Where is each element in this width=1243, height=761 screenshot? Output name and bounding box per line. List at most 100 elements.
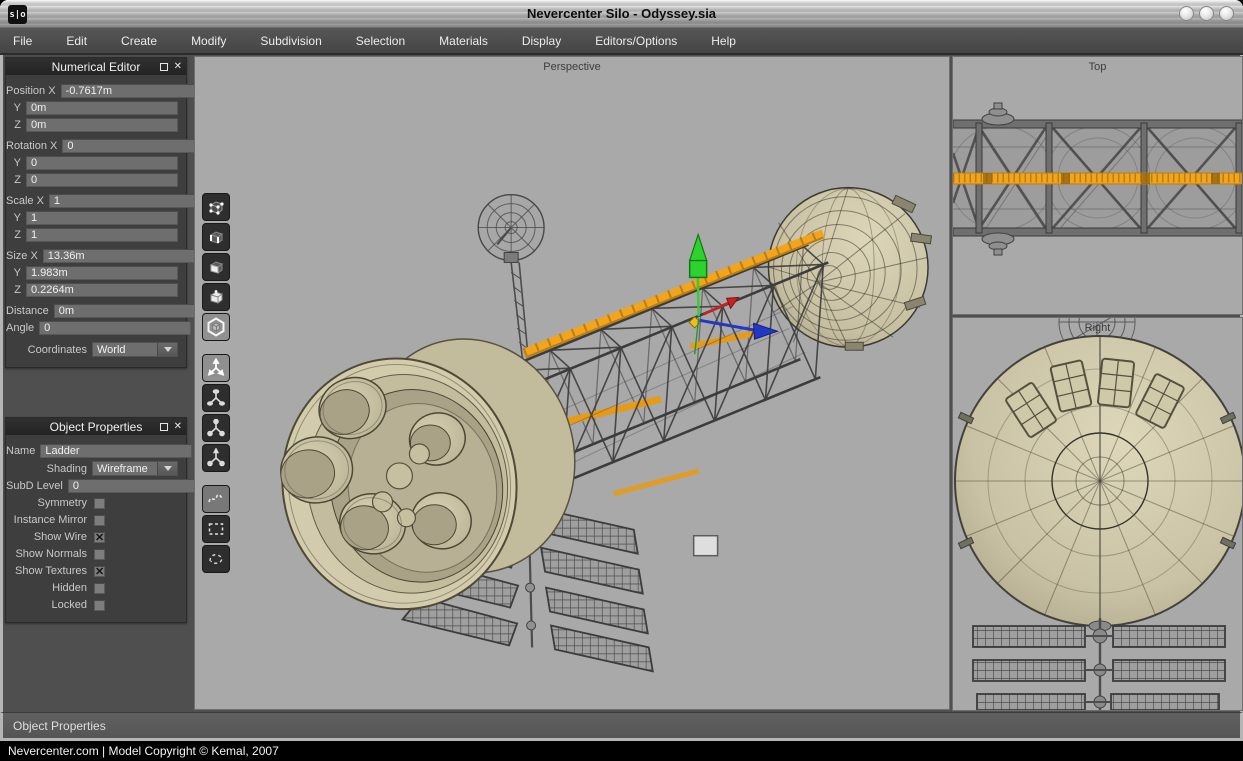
show-textures-checkbox[interactable]: ✕ (94, 566, 105, 577)
scale-tool-button[interactable] (202, 414, 230, 442)
ladder-top-view[interactable] (953, 173, 1242, 184)
rotation-z-input[interactable] (26, 173, 178, 187)
dropdown-button[interactable] (157, 462, 177, 475)
menu-modify[interactable]: Modify (191, 29, 243, 53)
lasso-select-button[interactable] (202, 545, 230, 573)
universal-manipulator-button[interactable] (202, 444, 230, 472)
edge-mode-button[interactable] (202, 223, 230, 251)
size-y-label: Y (6, 267, 26, 279)
universal-manipulator-icon (206, 448, 226, 468)
menu-edit[interactable]: Edit (66, 29, 104, 53)
freeform-select-button[interactable] (202, 485, 230, 513)
size-z-input[interactable] (26, 283, 178, 297)
rectangle-select-button[interactable] (202, 515, 230, 543)
coordinates-value: World (93, 344, 157, 356)
footer-text: Nevercenter.com | Model Copyright © Kema… (0, 744, 279, 758)
scale-y-input[interactable] (26, 211, 178, 225)
subd-level-label: SubD Level (6, 480, 68, 492)
position-y-input[interactable] (26, 101, 178, 115)
title-bar[interactable]: s|o Nevercenter Silo - Odyssey.sia (0, 0, 1243, 28)
right-viewport[interactable]: Right (952, 317, 1243, 711)
habitat-sphere[interactable] (768, 188, 931, 351)
detach-panel-icon[interactable] (160, 63, 168, 71)
menu-file[interactable]: File (13, 29, 49, 53)
show-textures-label: Show Textures (6, 565, 92, 577)
app-window: s|o Nevercenter Silo - Odyssey.sia File … (0, 0, 1243, 761)
menu-create[interactable]: Create (121, 29, 174, 53)
close-button[interactable] (1219, 6, 1234, 21)
position-y-label: Y (6, 102, 26, 114)
multi-component-mode-icon (206, 317, 226, 337)
face-mode-button[interactable] (202, 253, 230, 281)
rotation-y-input[interactable] (26, 156, 178, 170)
instance-mirror-label: Instance Mirror (6, 514, 92, 526)
top-viewport[interactable]: Top (952, 56, 1243, 315)
right-canvas[interactable] (953, 318, 1242, 710)
shading-label: Shading (6, 463, 92, 475)
move-tool-icon (206, 358, 226, 378)
edge-mode-icon (207, 228, 225, 246)
vertex-mode-button[interactable] (202, 193, 230, 221)
numerical-editor-header[interactable]: Numerical Editor ✕ (6, 58, 186, 75)
perspective-viewport[interactable]: Perspective (194, 56, 950, 710)
menu-display[interactable]: Display (522, 29, 578, 53)
dropdown-button[interactable] (157, 343, 177, 356)
shading-dropdown[interactable]: Wireframe (92, 461, 178, 476)
position-x-input[interactable] (61, 84, 213, 98)
hidden-checkbox[interactable] (94, 583, 105, 594)
scale-z-input[interactable] (26, 228, 178, 242)
footer-bar: Nevercenter.com | Model Copyright © Kema… (0, 741, 1243, 761)
solar-array-right-view[interactable] (973, 618, 1225, 710)
face-mode-icon (207, 258, 225, 276)
window-title: Nevercenter Silo - Odyssey.sia (0, 6, 1243, 21)
hidden-label: Hidden (6, 582, 92, 594)
freeform-select-icon (206, 489, 226, 509)
coordinates-label: Coordinates (6, 344, 92, 356)
rotation-x-input[interactable] (62, 139, 214, 153)
position-z-input[interactable] (26, 118, 178, 132)
top-canvas[interactable] (953, 57, 1242, 314)
object-mode-button[interactable] (202, 283, 230, 311)
detach-panel-icon[interactable] (160, 423, 168, 431)
distance-input[interactable] (54, 304, 206, 318)
main-area: Numerical Editor ✕ Position X Y Z Rotati… (0, 55, 1243, 712)
menu-materials[interactable]: Materials (439, 29, 505, 53)
dish-antenna[interactable] (478, 195, 544, 263)
perspective-canvas[interactable] (195, 57, 949, 709)
minimize-button[interactable] (1179, 6, 1194, 21)
habitat-sphere-right-view[interactable] (955, 336, 1242, 710)
equipment-box[interactable] (694, 536, 718, 556)
angle-input[interactable] (39, 321, 191, 335)
rotate-tool-button[interactable] (202, 384, 230, 412)
vertex-mode-icon (207, 198, 225, 216)
locked-label: Locked (6, 599, 92, 611)
rectangle-select-icon (206, 519, 226, 539)
gizmo-z-axis (700, 320, 756, 330)
show-normals-checkbox[interactable] (94, 549, 105, 560)
menu-subdivision[interactable]: Subdivision (260, 29, 338, 53)
object-name-input[interactable] (40, 444, 192, 458)
menu-help[interactable]: Help (711, 29, 753, 53)
scale-z-label: Z (6, 229, 26, 241)
scale-x-input[interactable] (49, 194, 201, 208)
instance-mirror-checkbox[interactable] (94, 515, 105, 526)
move-tool-button[interactable] (202, 354, 230, 382)
coordinates-dropdown[interactable]: World (92, 342, 178, 357)
size-x-label: Size X (6, 250, 43, 262)
size-x-input[interactable] (43, 249, 195, 263)
viewport-toolbar (202, 193, 230, 575)
maximize-button[interactable] (1199, 6, 1214, 21)
position-x-label: Position X (6, 85, 61, 97)
locked-checkbox[interactable] (94, 600, 105, 611)
show-wire-checkbox[interactable]: ✕ (94, 532, 105, 543)
menu-selection[interactable]: Selection (356, 29, 422, 53)
close-panel-icon[interactable]: ✕ (174, 422, 182, 432)
engine-assembly[interactable] (259, 316, 599, 631)
multi-component-mode-button[interactable] (202, 313, 230, 341)
object-properties-panel: Object Properties ✕ Name Shading Wirefra… (5, 417, 187, 623)
menu-editors-options[interactable]: Editors/Options (595, 29, 694, 53)
size-y-input[interactable] (26, 266, 178, 280)
object-properties-header[interactable]: Object Properties ✕ (6, 418, 186, 435)
symmetry-checkbox[interactable] (94, 498, 105, 509)
close-panel-icon[interactable]: ✕ (174, 62, 182, 72)
